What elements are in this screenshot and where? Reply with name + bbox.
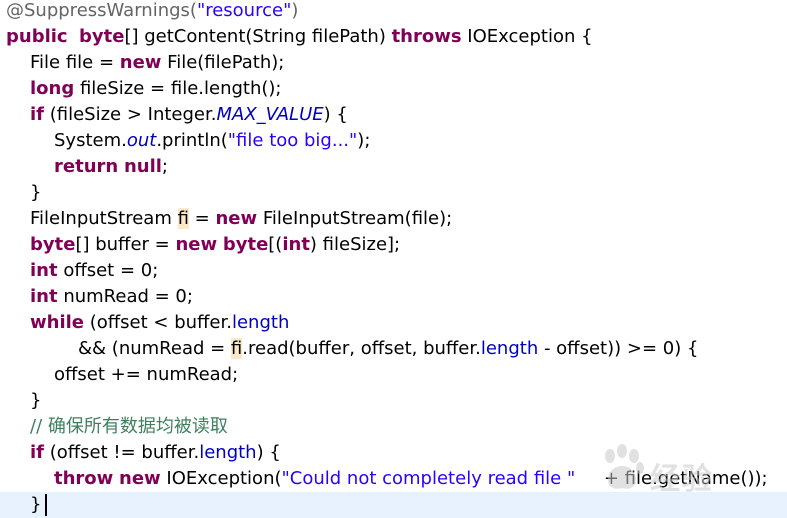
code-token-hl: fi — [177, 208, 189, 229]
code-token-field: length — [231, 312, 290, 333]
code-line[interactable]: } — [0, 492, 787, 518]
code-token: (offset < buffer. — [84, 312, 232, 333]
code-line[interactable]: while (offset < buffer.length — [0, 310, 787, 336]
code-line[interactable]: FileInputStream fi = new FileInputStream… — [0, 206, 787, 232]
code-token: File(filePath); — [161, 52, 285, 73]
code-line[interactable]: offset += numRead; — [0, 362, 787, 388]
code-token: [] buffer = — [75, 234, 176, 255]
code-token: } — [30, 494, 42, 515]
code-line[interactable]: public byte[] getContent(String filePath… — [0, 24, 787, 50]
code-line[interactable]: byte[] buffer = new byte[(int) fileSize]… — [0, 232, 787, 258]
code-token: System. — [54, 130, 127, 151]
code-token: + file.getName()); — [575, 468, 768, 489]
code-line[interactable]: int offset = 0; — [0, 258, 787, 284]
code-token-field: length — [480, 338, 539, 359]
code-token-kw: new — [175, 234, 218, 255]
code-token: && (numRead = — [78, 338, 231, 359]
code-token-kw: while — [30, 312, 84, 333]
code-line[interactable]: @SuppressWarnings("resource") — [0, 0, 787, 24]
code-token: offset += numRead; — [54, 364, 239, 385]
code-token-str: "Could not completely read file " — [281, 468, 576, 489]
code-token: [( — [268, 234, 283, 255]
code-line[interactable]: } — [0, 180, 787, 206]
code-token-kw: return — [54, 156, 119, 177]
code-token: fileSize = file.length(); — [74, 78, 282, 99]
code-token-kw: new — [119, 52, 162, 73]
code-token-static: MAX_VALUE — [216, 104, 324, 125]
code-token: File file = — [30, 52, 120, 73]
code-token-hl: fi — [230, 338, 243, 359]
code-token: .println( — [156, 130, 228, 151]
code-token: .read(buffer, offset, buffer. — [242, 338, 481, 359]
code-token: (fileSize > Integer. — [44, 104, 217, 125]
code-token-str: "file too big..." — [227, 130, 358, 151]
code-line[interactable]: long fileSize = file.length(); — [0, 76, 787, 102]
code-token-kw: long — [30, 78, 75, 99]
code-line[interactable]: System.out.println("file too big..."); — [0, 128, 787, 154]
code-token-str: "resource" — [196, 0, 292, 21]
code-token-ann: @SuppressWarnings( — [6, 0, 197, 21]
code-line[interactable]: throw new IOException("Could not complet… — [0, 466, 787, 492]
code-line[interactable]: if (offset != buffer.length) { — [0, 440, 787, 466]
code-token: offset = 0; — [57, 260, 159, 281]
code-token-static: out — [126, 130, 157, 151]
code-editor[interactable]: @SuppressWarnings("resource") public byte… — [0, 0, 787, 518]
code-token-field: length — [199, 442, 257, 463]
code-token-kw: int — [30, 286, 58, 307]
code-token: numRead = 0; — [57, 286, 193, 307]
code-token-comment: // 确保所有数据均被读取 — [30, 416, 228, 437]
code-token-kw: if — [30, 442, 45, 463]
code-token: FileInputStream(file); — [257, 208, 453, 229]
code-token-kw: throws — [391, 26, 462, 47]
code-token-kw: null — [123, 156, 162, 177]
code-token: [] getContent(String filePath) — [124, 26, 392, 47]
code-token: ; — [161, 156, 168, 177]
code-token: - offset)) >= 0) { — [538, 338, 699, 359]
code-token-kw: new — [215, 208, 258, 229]
code-token-kw: new — [119, 468, 161, 489]
code-token-kw: public — [6, 26, 68, 47]
code-line[interactable]: int numRead = 0; — [0, 284, 787, 310]
code-token-kw: byte — [79, 26, 125, 47]
code-token: } — [30, 182, 42, 203]
code-token: IOException { — [461, 26, 593, 47]
code-token: (offset != buffer. — [44, 442, 200, 463]
code-token-kw: int — [30, 260, 58, 281]
code-line[interactable]: && (numRead = fi.read(buffer, offset, bu… — [0, 336, 787, 362]
code-line[interactable]: } — [0, 388, 787, 414]
code-token: ) { — [323, 104, 348, 125]
code-token-kw: byte — [30, 234, 76, 255]
code-token: FileInputStream — [30, 208, 178, 229]
code-token-ann: ) — [291, 0, 299, 21]
code-token-kw: if — [30, 104, 45, 125]
code-token: ) { — [256, 442, 281, 463]
code-token: = — [188, 208, 216, 229]
code-token-kw: throw — [54, 468, 114, 489]
code-token: IOException( — [160, 468, 282, 489]
code-token: ); — [357, 130, 371, 151]
code-line[interactable]: // 确保所有数据均被读取 — [0, 414, 787, 440]
code-token: ) fileSize]; — [309, 234, 401, 255]
code-line[interactable]: return null; — [0, 154, 787, 180]
code-line[interactable]: if (fileSize > Integer.MAX_VALUE) { — [0, 102, 787, 128]
code-token: } — [30, 390, 42, 411]
code-line[interactable]: File file = new File(filePath); — [0, 50, 787, 76]
code-token-kw: int — [282, 234, 310, 255]
text-caret — [45, 494, 48, 516]
code-token-kw: byte — [222, 234, 269, 255]
